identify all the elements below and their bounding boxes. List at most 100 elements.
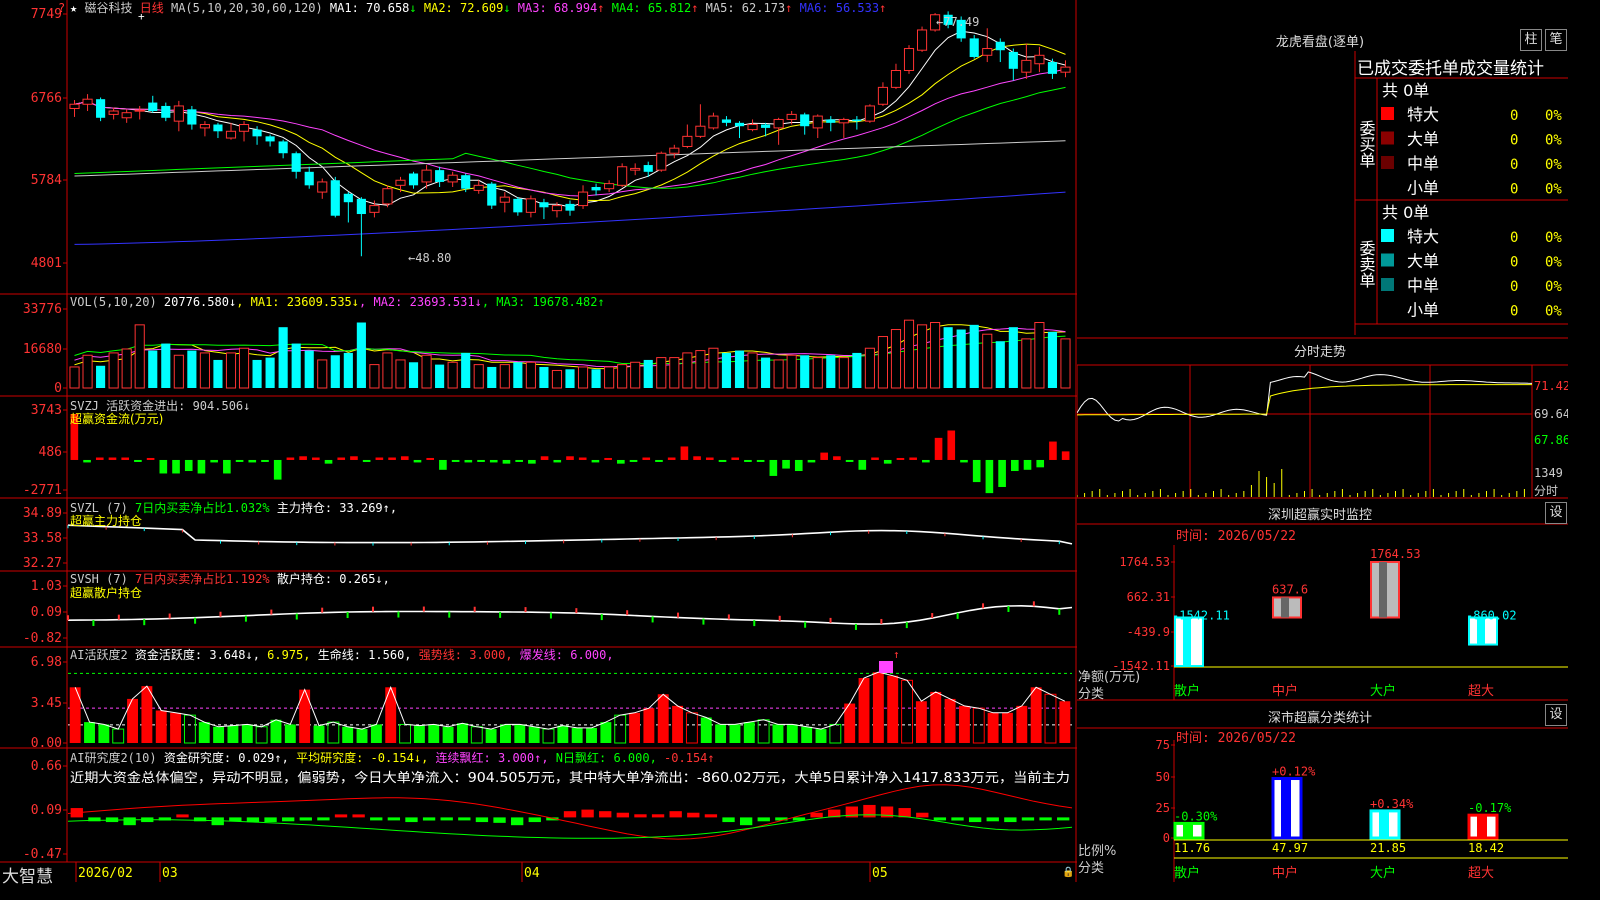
vol-bar: [995, 341, 1005, 388]
vol-bar: [773, 359, 784, 389]
candle-body: [499, 196, 510, 203]
svzj-bar: [680, 446, 689, 460]
candle-body: [982, 48, 993, 56]
candle-body: [148, 102, 158, 112]
sz-bar-shade-1: [1281, 597, 1289, 618]
ai1-bar: [1030, 687, 1042, 743]
vol-bar: [747, 352, 758, 389]
vol-bar: [330, 355, 340, 388]
sz-bar-shade-2: [1379, 562, 1387, 618]
svzj-bar: [312, 457, 320, 460]
ai2-header-part-5: -0.154↑: [664, 751, 715, 765]
ss-cat-label-1: 中户: [1272, 865, 1298, 881]
vol-bar: [395, 359, 406, 389]
vol-bar: [890, 329, 902, 389]
ai1-bar: [557, 725, 569, 743]
vol-bar: [643, 359, 653, 388]
svzj-bar: [642, 457, 651, 460]
svzj-bar: [159, 459, 168, 474]
ss-change-label-3: -0.17%: [1468, 801, 1512, 815]
ai2-bar: [634, 814, 647, 818]
svzj-bar: [502, 459, 511, 464]
svzj-bar: [909, 457, 917, 460]
candle-body: [1060, 66, 1071, 73]
ai1-bar: [772, 724, 784, 743]
candle-body: [225, 130, 237, 139]
svzj-bar: [83, 459, 91, 463]
candle-body: [695, 125, 706, 137]
vol-axis-tick-2: 0: [54, 381, 62, 396]
candle-body: [826, 119, 836, 123]
svzj-bar: [540, 456, 549, 460]
ss-axis-tick-1: 50: [1156, 770, 1170, 784]
ma-line-5: [74, 140, 1066, 177]
ai1-bar: [685, 712, 698, 744]
svzj-bar: [426, 457, 435, 460]
price-low-label: ←48.80: [408, 251, 451, 265]
sell-order-group: [1356, 200, 1568, 324]
period-label[interactable]: 日线: [140, 1, 164, 15]
vol-bar: [903, 319, 915, 389]
vol-bar: [487, 366, 497, 388]
bar-tab[interactable]: 柱: [1520, 29, 1542, 51]
ai2-bar: [669, 811, 682, 818]
ai2-bar: [475, 817, 489, 823]
vol-bar: [877, 336, 888, 389]
ai1-bar: [485, 729, 497, 743]
candle-body: [473, 184, 484, 191]
ai1-bar: [313, 725, 325, 743]
star-icon[interactable]: ★: [70, 1, 77, 15]
sz-axis-tick-1: 662.31: [1127, 590, 1170, 604]
ai1-bar: [170, 712, 182, 743]
svzj-bar: [693, 456, 701, 460]
ai1-header-part-5: 爆发线: 6.000,: [520, 647, 614, 662]
ai2-bar: [863, 804, 876, 818]
ai1-bar: [1002, 712, 1013, 743]
ai2-bar: [352, 814, 365, 818]
ai1-bar: [241, 724, 253, 743]
ss-axis-tick-0: 75: [1156, 738, 1170, 752]
candle-body: [291, 153, 301, 172]
vol-bar: [826, 355, 836, 388]
candle-body: [199, 124, 210, 129]
ai2-bar: [722, 817, 735, 823]
candle-body: [969, 38, 979, 57]
ss-change-label-0: -0.30%: [1174, 809, 1218, 823]
candle-body: [682, 135, 693, 147]
ma-arrow-1: ↓: [409, 1, 417, 15]
sz-settings-button[interactable]: 设: [1545, 502, 1567, 524]
vol-bar: [134, 324, 145, 389]
vol-bar: [786, 354, 797, 389]
svsh-subtitle: 超赢散户持仓: [70, 585, 142, 600]
svzj-axis-tick-1: 486: [39, 445, 62, 460]
svzj-bar: [362, 459, 371, 462]
ss-stat-title: 深市超赢分类统计: [1267, 711, 1372, 726]
svzj-bar: [172, 459, 180, 474]
candle-body: [238, 124, 250, 132]
ss-bar-shade-3: [1477, 815, 1487, 838]
svzj-bar: [553, 459, 562, 463]
ai1-bar: [872, 672, 884, 743]
svzj-bar: [350, 456, 358, 460]
svzj-bar: [972, 459, 981, 483]
ai1-bar: [829, 723, 842, 744]
svzj-bar: [896, 457, 905, 460]
vol-bar: [408, 362, 419, 388]
price-axis-tick-2: 5784: [31, 173, 62, 188]
svzj-bar: [782, 459, 790, 469]
tick-tab[interactable]: 笔: [1545, 29, 1567, 51]
svzj-bar: [718, 459, 727, 462]
candle-body: [69, 103, 80, 109]
ai2-bar: [1039, 817, 1052, 821]
ai2-bar: [1021, 817, 1035, 821]
ai1-bar: [944, 698, 956, 743]
main-chart-area[interactable]: 7749676657844801←77.49←48.8033776166800V…: [0, 0, 1077, 882]
candle-body: [591, 187, 601, 191]
svzj-bar: [286, 457, 295, 460]
ai1-bar: [571, 727, 583, 743]
svzj-bar: [1049, 441, 1057, 460]
ss-cat-label-0: 散户: [1174, 865, 1200, 881]
candle-body: [382, 188, 393, 205]
ss-settings-button[interactable]: 设: [1545, 704, 1567, 726]
vol-bar: [265, 357, 275, 388]
